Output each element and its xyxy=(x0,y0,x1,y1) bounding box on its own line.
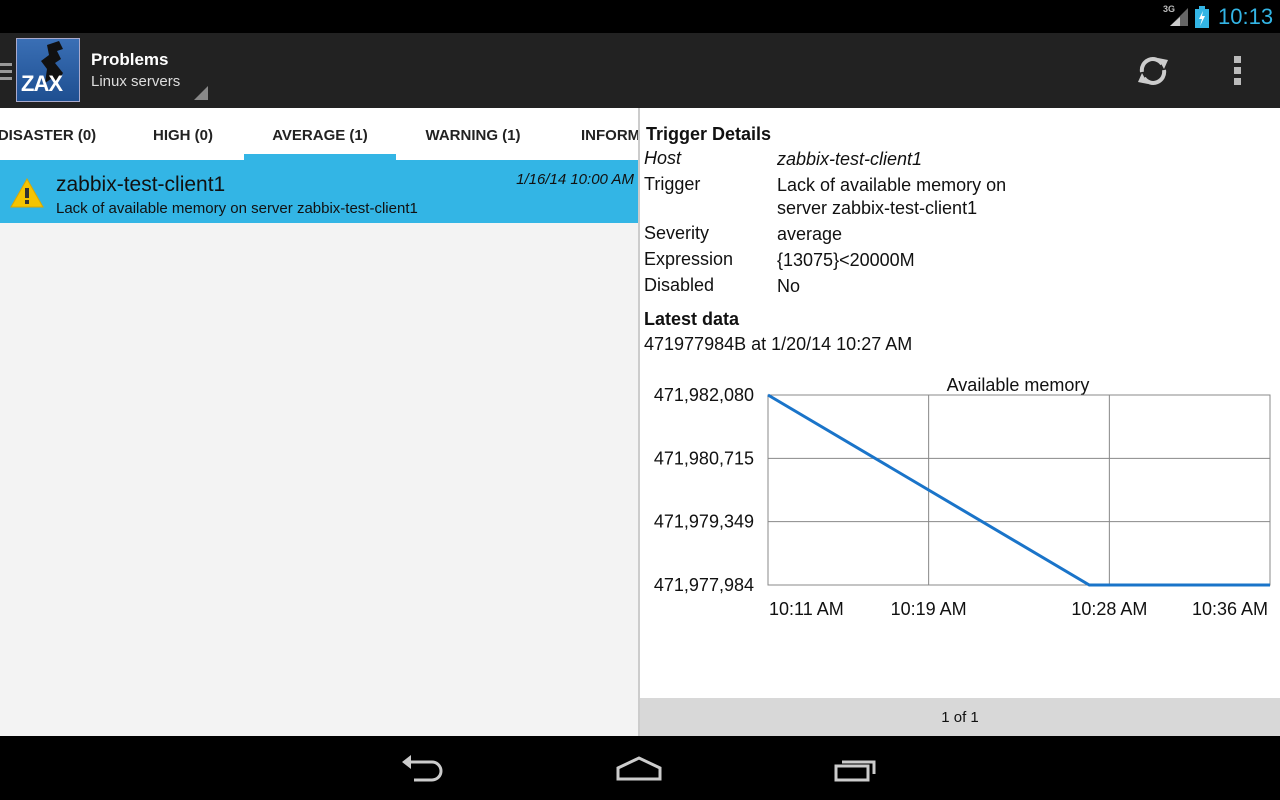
y-tick-label: 471,977,984 xyxy=(654,575,754,595)
detail-label: Host xyxy=(644,148,682,168)
signal-icon xyxy=(1170,8,1188,26)
problem-host: zabbix-test-client1 xyxy=(56,173,226,196)
detail-value: average xyxy=(777,224,843,244)
problem-description: Lack of available memory on server zabbi… xyxy=(56,200,418,217)
latest-data-title: Latest data xyxy=(644,309,740,329)
detail-label: Severity xyxy=(644,223,710,243)
series-line xyxy=(767,393,1270,587)
detail-label: Expression xyxy=(644,249,734,269)
menu-icon[interactable] xyxy=(0,61,12,81)
plot-frame xyxy=(767,394,1271,586)
trigger-details-title: Trigger Details xyxy=(646,124,772,144)
action-bar xyxy=(0,33,1280,108)
severity-tabs: DISASTER (0) HIGH (0) AVERAGE (1) WARNIN… xyxy=(0,108,638,160)
battery-icon xyxy=(1195,6,1209,28)
home-icon[interactable] xyxy=(614,750,664,786)
list-item[interactable]: zabbix-test-client1 Lack of available me… xyxy=(0,160,638,223)
pager: 1 of 1 xyxy=(640,698,1280,736)
memory-chart: Available memory 471,982,080 471,980,715 4… xyxy=(654,375,1271,619)
problems-pane: DISASTER (0) HIGH (0) AVERAGE (1) WARNIN… xyxy=(0,108,638,736)
y-tick-label: 471,982,080 xyxy=(654,385,754,405)
clock: 10:13 xyxy=(1218,4,1274,29)
chart-title: Available memory xyxy=(947,375,1090,395)
problem-date: 1/16/14 10:00 AM xyxy=(516,171,634,188)
x-tick-label: 10:11 AM xyxy=(769,599,844,619)
app-logo[interactable]: ZAX xyxy=(16,38,80,102)
x-tick-label: 10:28 AM xyxy=(1071,599,1147,619)
detail-label: Disabled xyxy=(644,275,715,294)
host-group-selector[interactable]: Linux servers xyxy=(91,73,180,90)
tab-disaster[interactable]: DISASTER (0) xyxy=(0,108,108,160)
tab-warning[interactable]: WARNING (1) xyxy=(408,108,538,160)
latest-data-value: 471977984B at 1/20/14 10:27 AM xyxy=(644,334,913,354)
refresh-icon[interactable] xyxy=(1134,52,1172,90)
status-bar: 3G 10:13 xyxy=(0,0,1280,33)
detail-value: zabbix-test-client1 xyxy=(777,149,923,169)
detail-value: {13075}<20000M xyxy=(777,250,915,270)
back-icon[interactable] xyxy=(398,750,448,786)
recents-icon[interactable] xyxy=(832,750,882,786)
tab-average[interactable]: AVERAGE (1) xyxy=(244,108,396,160)
details-list: Host zabbix-test-client1 Trigger Lack of… xyxy=(644,148,1264,294)
warning-icon xyxy=(10,178,44,208)
y-tick-label: 471,980,715 xyxy=(654,448,754,468)
x-tick-label: 10:19 AM xyxy=(891,599,967,619)
dropdown-corner-icon xyxy=(194,86,208,100)
overflow-menu-icon[interactable] xyxy=(1228,54,1248,88)
x-tick-label: 10:36 AM xyxy=(1192,599,1268,619)
page-indicator: 1 of 1 xyxy=(941,709,979,726)
tab-high[interactable]: HIGH (0) xyxy=(130,108,236,160)
tab-information[interactable]: INFORM xyxy=(572,108,638,160)
detail-label: Trigger xyxy=(644,174,701,194)
detail-value: Lack of available memory on server zabbi… xyxy=(777,175,1007,218)
y-tick-label: 471,979,349 xyxy=(654,512,754,532)
page-title: Problems xyxy=(91,50,169,69)
detail-value: No xyxy=(777,276,801,294)
details-pane: Trigger Details Host zabbix-test-client1… xyxy=(640,108,1280,736)
logo-text: ZAX xyxy=(21,71,63,96)
navigation-bar xyxy=(0,736,1280,800)
